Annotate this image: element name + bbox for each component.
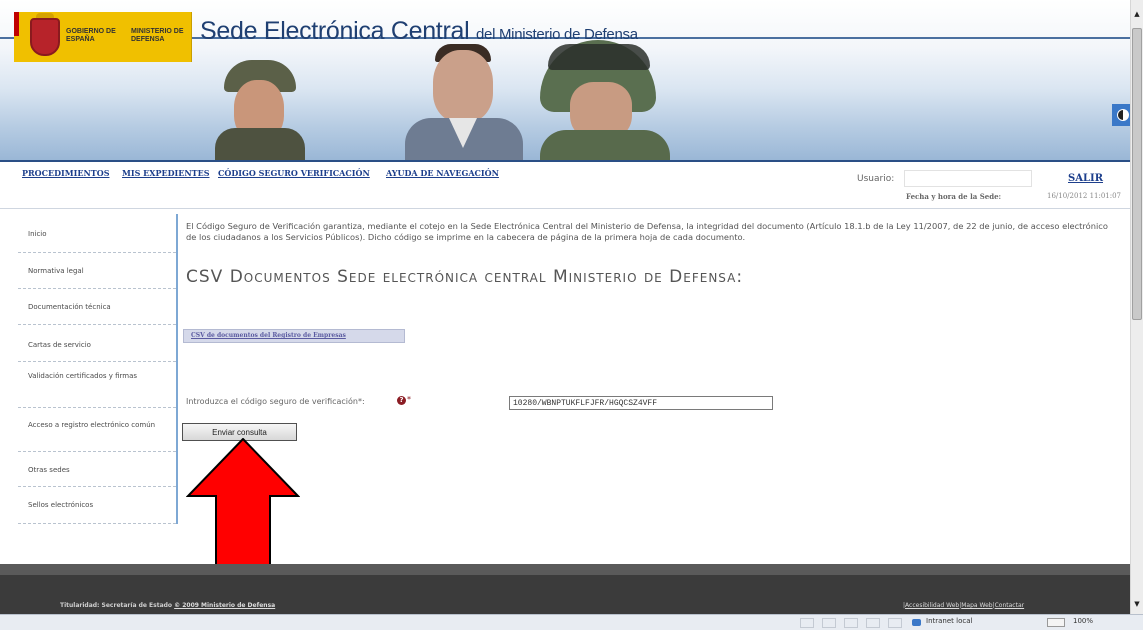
tab-csv-registro-empresas[interactable]: CSV de documentos del Registro de Empres… <box>183 329 405 343</box>
pilot-photo-visor <box>548 44 650 70</box>
fecha-hora-value: 16/10/2012 11:01:07 <box>1047 192 1122 200</box>
nav-divider <box>0 208 1130 209</box>
browser-status-bar: Intranet local 100% <box>0 614 1143 630</box>
sidebar-item-label: Acceso a registro electrónico común <box>28 421 156 429</box>
fecha-hora-label: Fecha y hora de la Sede: <box>906 192 1002 201</box>
status-cell <box>800 618 814 628</box>
site-title-main: Sede Electrónica Central <box>200 17 470 45</box>
contrast-toggle-button[interactable] <box>1112 104 1130 126</box>
sidebar-item-normativa-legal[interactable]: Normativa legal <box>18 253 176 289</box>
scroll-up-icon[interactable]: ▲ <box>1131 10 1143 22</box>
site-header: GOBIERNO DE ESPAÑA MINISTERIO DE DEFENSA… <box>0 0 1130 160</box>
site-title: Sede Electrónica Central del Ministerio … <box>200 17 638 46</box>
nav-procedimientos[interactable]: PROCEDIMIENTOS <box>22 168 109 178</box>
main-navigation: PROCEDIMIENTOS MIS EXPEDIENTES CÓDIGO SE… <box>0 160 1130 201</box>
sidebar-item-label: Sellos electrónicos <box>28 501 94 509</box>
sidebar-item-label: Cartas de servicio <box>28 341 91 349</box>
coat-of-arms-icon <box>30 18 60 56</box>
page-title: CSV Documentos Sede electrónica central … <box>186 267 744 287</box>
footer-top-bar <box>0 564 1130 575</box>
footer-mapa-web-link[interactable]: Mapa Web <box>961 602 992 609</box>
help-icon[interactable]: ? <box>397 396 406 405</box>
nav-ayuda-navegacion[interactable]: AYUDA DE NAVEGACIÓN <box>386 168 499 178</box>
sidebar-item-label: Otras sedes <box>28 466 70 474</box>
sidebar-item-documentacion-tecnica[interactable]: Documentación técnica <box>18 289 176 325</box>
contrast-icon <box>1117 109 1129 121</box>
sidebar-item-label: Inicio <box>28 230 47 238</box>
security-zone-text: Intranet local <box>926 617 973 625</box>
footer-accesibilidad-link[interactable]: Accesibilidad Web <box>905 602 959 609</box>
scroll-thumb[interactable] <box>1132 28 1142 320</box>
intranet-icon <box>912 619 921 626</box>
sidebar-menu: Inicio Normativa legal Documentación téc… <box>18 214 176 524</box>
nav-codigo-seguro-verificacion[interactable]: CÓDIGO SEGURO VERIFICACIÓN <box>218 168 370 178</box>
sidebar-item-label: Validación certificados y firmas <box>28 372 138 380</box>
protected-mode-icon[interactable] <box>1047 618 1065 627</box>
footer-copyright-link[interactable]: © 2009 Ministerio de Defensa <box>174 602 275 609</box>
usuario-label: Usuario: <box>857 174 895 184</box>
sidebar-item-otras-sedes[interactable]: Otras sedes <box>18 452 176 487</box>
footer-titularidad-text: Titularidad: Secretaría de Estado <box>60 602 173 609</box>
sidebar-item-inicio[interactable]: Inicio <box>18 214 176 253</box>
logout-link[interactable]: SALIR <box>1068 173 1103 184</box>
scroll-down-icon[interactable]: ▼ <box>1131 600 1143 612</box>
zoom-level[interactable]: 100% <box>1073 617 1093 625</box>
footer-contactar-link[interactable]: Contactar <box>995 602 1025 609</box>
footer-links: |Accesibilidad Web|Mapa Web|Contactar <box>903 602 1025 609</box>
usuario-value <box>904 170 1032 187</box>
logo-ministerio-text: MINISTERIO DE DEFENSA <box>131 28 184 43</box>
officer-photo-face <box>433 50 493 122</box>
status-cell <box>888 618 902 628</box>
pilot-photo-body <box>540 130 670 160</box>
logo-gobierno-text: GOBIERNO DE ESPAÑA <box>66 28 116 43</box>
csv-code-input[interactable] <box>509 396 773 410</box>
soldier-photo-body <box>215 128 305 160</box>
csv-intro-text: El Código Seguro de Verificación garanti… <box>186 221 1108 242</box>
footer-titularidad: Titularidad: Secretaría de Estado © 2009… <box>60 602 275 609</box>
sidebar-item-cartas-servicio[interactable]: Cartas de servicio <box>18 325 176 362</box>
sidebar-item-acceso-registro[interactable]: Acceso a registro electrónico común <box>18 408 176 452</box>
status-cell <box>866 618 880 628</box>
sidebar-divider <box>176 214 178 524</box>
sidebar-item-label: Documentación técnica <box>28 303 111 311</box>
sidebar-item-validacion-certificados[interactable]: Validación certificados y firmas <box>18 362 176 408</box>
sidebar-item-label: Normativa legal <box>28 267 84 275</box>
sidebar-item-sellos-electronicos[interactable]: Sellos electrónicos <box>18 487 176 524</box>
flag-yellow-stripe <box>14 36 19 62</box>
flag-red-stripe <box>14 12 19 36</box>
nav-mis-expedientes[interactable]: MIS EXPEDIENTES <box>122 168 210 178</box>
status-cell <box>822 618 836 628</box>
status-cell <box>844 618 858 628</box>
required-marker: * <box>407 395 411 404</box>
csv-input-label: Introduzca el código seguro de verificac… <box>186 397 365 406</box>
site-title-sub: del Ministerio de Defensa <box>476 26 638 43</box>
